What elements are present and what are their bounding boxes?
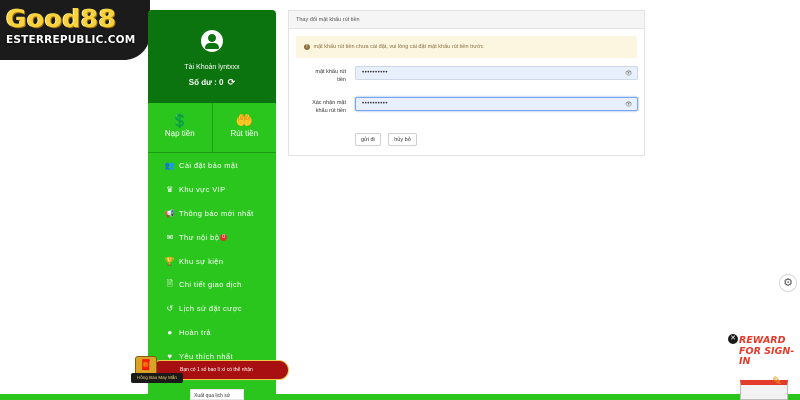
confirm-password-label: Xác nhận mật khẩu rút tiền	[289, 99, 346, 115]
gift-label: Hồng Bao May Mắn	[131, 373, 183, 383]
submit-button[interactable]: gửi đi	[355, 133, 381, 146]
sidebar-item-inbox[interactable]: ✉ Thư nội bộ 0	[148, 225, 276, 249]
history-icon: ↺	[166, 304, 174, 314]
notice-alert: ! mật khẩu rút tiền chưa cài đặt, vui lò…	[296, 36, 637, 58]
sidebar-menu: 👥 Cài đặt bảo mật ♛ Khu vực VIP 📢 Thông …	[148, 153, 276, 368]
gear-icon[interactable]: ⚙	[779, 274, 797, 292]
sidebar-item-rebate[interactable]: ● Hoàn trả	[148, 321, 276, 345]
sidebar: Tài Khoản lyntxxx Số dư : 0 ⟳ 💲 Nạp tiền…	[148, 10, 276, 400]
sidebar-item-events[interactable]: 🏆 Khu sự kiện	[148, 249, 276, 273]
inbox-count-badge: 0	[220, 233, 228, 241]
rebate-icon: ●	[167, 327, 173, 337]
megaphone-icon: 📢	[164, 208, 176, 218]
sidebar-item-label: Khu sự kiện	[179, 256, 224, 266]
notice-text: mật khẩu rút tiền chưa cài đặt, vui lòng…	[313, 44, 484, 50]
pencil-icon: ✎	[772, 374, 783, 388]
password-label: mật khẩu rút tiền	[289, 68, 346, 84]
withdraw-button[interactable]: 🤲 Rút tiền	[213, 103, 277, 152]
sidebar-item-vip[interactable]: ♛ Khu vực VIP	[148, 178, 276, 202]
panel-title: Thay đổi mật khẩu rút tiền	[289, 11, 644, 29]
close-icon[interactable]: ✕	[728, 334, 738, 344]
sidebar-item-label: Chi tiết giao dịch	[179, 280, 242, 290]
logo-title: Good88	[6, 4, 117, 33]
eye-slash-icon[interactable]: 👁	[625, 101, 633, 108]
reward-text: REWARD FOR SIGN-IN	[739, 335, 795, 367]
trophy-icon: 🏆	[164, 256, 176, 266]
document-icon: 🗎	[166, 278, 174, 288]
reward-widget[interactable]: ✕ REWARD FOR SIGN-IN ✎	[728, 334, 800, 400]
user-shield-icon: 👥	[164, 161, 176, 171]
confirm-password-field[interactable]: •••••••••• 👁	[355, 97, 638, 111]
sidebar-item-security[interactable]: 👥 Cài đặt bảo mật	[148, 154, 276, 178]
sidebar-item-label: Thông báo mới nhất	[179, 208, 254, 218]
action-row: 💲 Nạp tiền 🤲 Rút tiền	[148, 103, 276, 153]
lucky-envelope-promo[interactable]: Bạn có 1 số bao lì xì có thể nhận 🧧 Hồng…	[131, 356, 291, 384]
password-label-line1: mật khẩu rút	[315, 69, 346, 75]
history-tab[interactable]: Xuất qua lịch sử	[190, 389, 244, 400]
refresh-icon[interactable]: ⟳	[228, 77, 236, 88]
sidebar-item-bet-history[interactable]: ↺ Lịch sử đặt cược	[148, 297, 276, 321]
balance-label: Số dư : 0	[188, 78, 224, 87]
sidebar-item-label: Cài đặt bảo mật	[179, 161, 238, 171]
sidebar-item-announcements[interactable]: 📢 Thông báo mới nhất	[148, 202, 276, 226]
withdraw-icon: 🤲	[235, 112, 253, 128]
eye-slash-icon[interactable]: 👁	[625, 70, 633, 77]
account-card: Tài Khoản lyntxxx Số dư : 0 ⟳	[148, 10, 276, 103]
form-actions: gửi đi hủy bỏ	[355, 128, 420, 146]
sidebar-item-transactions[interactable]: 🗎 Chi tiết giao dịch	[148, 273, 276, 297]
avatar-icon	[201, 30, 223, 52]
deposit-label: Nạp tiền	[164, 129, 195, 138]
password-value: ••••••••••	[362, 70, 389, 76]
page: Good88 ESTERREPUBLIC.COM Tài Khoản lyntx…	[0, 0, 800, 400]
confirm-label-line2: khẩu rút tiền	[315, 108, 346, 114]
confirm-password-value: ••••••••••	[362, 101, 389, 107]
balance-row: Số dư : 0 ⟳	[148, 77, 276, 88]
brand-logo[interactable]: Good88 ESTERREPUBLIC.COM	[0, 0, 150, 60]
withdraw-label: Rút tiền	[230, 129, 259, 138]
sidebar-item-label: Khu vực VIP	[179, 185, 226, 195]
sidebar-item-label: Thư nội bộ	[179, 232, 220, 242]
password-label-line2: tiền	[337, 77, 346, 83]
crown-icon: ♛	[166, 185, 174, 195]
confirm-label-line1: Xác nhận mật	[312, 100, 346, 106]
info-icon: !	[304, 44, 310, 50]
deposit-icon: 💲	[171, 112, 189, 128]
password-field[interactable]: •••••••••• 👁	[355, 66, 638, 80]
change-withdraw-password-panel: Thay đổi mật khẩu rút tiền ! mật khẩu rú…	[288, 10, 645, 156]
sidebar-item-label: Hoàn trả	[179, 327, 211, 337]
cancel-button[interactable]: hủy bỏ	[388, 133, 417, 146]
deposit-button[interactable]: 💲 Nạp tiền	[148, 103, 213, 152]
bottom-bar	[0, 394, 800, 400]
account-name: Tài Khoản lyntxxx	[184, 64, 240, 71]
sidebar-item-label: Lịch sử đặt cược	[179, 304, 243, 314]
logo-subtitle: ESTERREPUBLIC.COM	[6, 34, 136, 46]
mail-icon: ✉	[166, 232, 174, 242]
